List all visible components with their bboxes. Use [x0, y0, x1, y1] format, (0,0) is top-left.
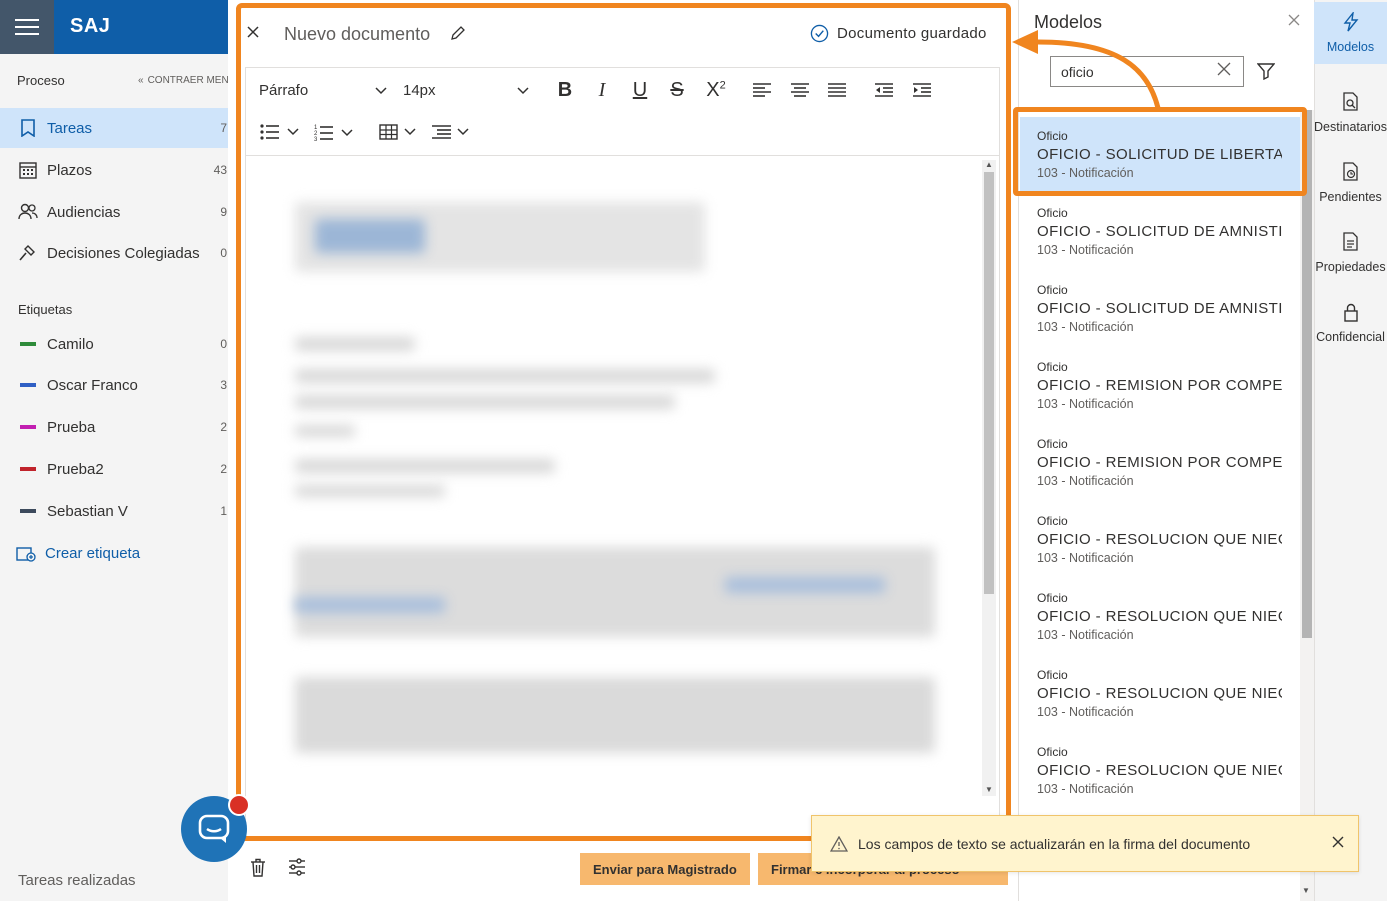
section-title-process: Proceso — [17, 73, 65, 88]
app-logo[interactable]: SAJ — [70, 15, 110, 38]
sidebar-item-tareas[interactable]: Tareas 7 — [0, 108, 228, 148]
model-list-item[interactable]: Oficio OFICIO - SOLICITUD DE AMNISTIA 10… — [1020, 194, 1300, 271]
tag-color-bar — [20, 342, 36, 346]
sidebar-item-plazos[interactable]: Plazos 43 — [0, 150, 228, 190]
tag-color-bar — [20, 509, 36, 513]
chat-icon — [198, 814, 230, 843]
hamburger-menu-button[interactable] — [0, 0, 54, 54]
model-list-item[interactable]: Oficio OFICIO - REMISION POR COMPETE 103… — [1020, 425, 1300, 502]
send-to-magistrate-button[interactable]: Enviar para Magistrado — [580, 853, 750, 885]
notification-dot — [228, 794, 250, 816]
model-list-item[interactable]: Oficio OFICIO - RESOLUCION QUE NIEGA 103… — [1020, 733, 1300, 810]
warning-icon — [830, 835, 848, 852]
tag-item[interactable]: Oscar Franco 3 — [0, 365, 228, 405]
calendar-icon — [18, 160, 38, 180]
rail-item-modelos[interactable]: Modelos — [1314, 2, 1387, 64]
sidebar-item-decisiones-colegiadas[interactable]: Decisiones Colegiadas 0 — [0, 233, 228, 273]
scroll-down-icon[interactable]: ▼ — [1302, 886, 1310, 895]
bookmark-icon — [18, 118, 38, 138]
model-list-item[interactable]: Oficio OFICIO - SOLICITUD DE AMNISTIA 10… — [1020, 271, 1300, 348]
close-models-button[interactable] — [1288, 14, 1300, 26]
close-icon — [1217, 62, 1231, 76]
model-list-item[interactable]: Oficio OFICIO - REMISION POR COMPETE 103… — [1020, 348, 1300, 425]
editor-highlight-frame — [236, 3, 1011, 841]
lock-icon — [1343, 303, 1358, 322]
hamburger-icon — [15, 19, 39, 35]
filter-button[interactable] — [1257, 62, 1275, 80]
lightning-icon — [1343, 12, 1358, 32]
tag-item[interactable]: Prueba 2 — [0, 407, 228, 447]
rail-item-propiedades[interactable]: Propiedades — [1314, 222, 1387, 284]
sidebar-item-audiencias[interactable]: Audiencias 9 — [0, 192, 228, 232]
sliders-icon — [289, 858, 305, 876]
settings-button[interactable] — [288, 858, 306, 876]
collapse-menu-button[interactable]: « CONTRAER MENÚ — [138, 75, 236, 86]
model-list-item[interactable]: Oficio OFICIO - RESOLUCION QUE NIEGA 103… — [1020, 656, 1300, 733]
done-tasks-link[interactable]: Tareas realizadas — [18, 872, 136, 889]
rail-item-confidencial[interactable]: Confidencial — [1314, 292, 1387, 354]
people-icon — [18, 202, 38, 222]
rail-item-destinatarios[interactable]: Destinatarios — [1314, 82, 1387, 144]
trash-icon — [251, 858, 265, 877]
tag-item[interactable]: Sebastian V 1 — [0, 491, 228, 531]
close-icon — [1288, 14, 1300, 26]
document-properties-icon — [1342, 232, 1358, 251]
close-icon — [1332, 836, 1344, 848]
highlight-arrow — [1012, 30, 1161, 109]
tag-color-bar — [20, 425, 36, 429]
tag-color-bar — [20, 383, 36, 387]
document-clock-icon — [1342, 162, 1358, 181]
tag-item[interactable]: Camilo 0 — [0, 324, 228, 364]
gavel-icon — [18, 243, 38, 263]
close-toast-button[interactable] — [1332, 836, 1344, 848]
section-title-tags: Etiquetas — [18, 302, 73, 317]
tag-color-bar — [20, 467, 36, 471]
clear-search-button[interactable] — [1217, 62, 1231, 76]
rail-item-pendientes[interactable]: Pendientes — [1314, 152, 1387, 214]
double-chevron-left-icon: « — [138, 75, 144, 86]
delete-button[interactable] — [250, 858, 266, 877]
warning-toast: Los campos de texto se actualizarán en l… — [811, 815, 1359, 872]
document-search-icon — [1342, 92, 1358, 111]
model-list-item[interactable]: Oficio OFICIO - RESOLUCION QUE NIEGA 103… — [1020, 502, 1300, 579]
add-tag-icon — [16, 546, 36, 562]
model-list-item[interactable]: Oficio OFICIO - RESOLUCION QUE NIEGA 103… — [1020, 579, 1300, 656]
filter-icon — [1257, 63, 1275, 80]
selected-model-highlight-frame — [1013, 107, 1307, 196]
create-tag-link[interactable]: Crear etiqueta — [16, 545, 140, 562]
tag-item[interactable]: Prueba2 2 — [0, 449, 228, 489]
